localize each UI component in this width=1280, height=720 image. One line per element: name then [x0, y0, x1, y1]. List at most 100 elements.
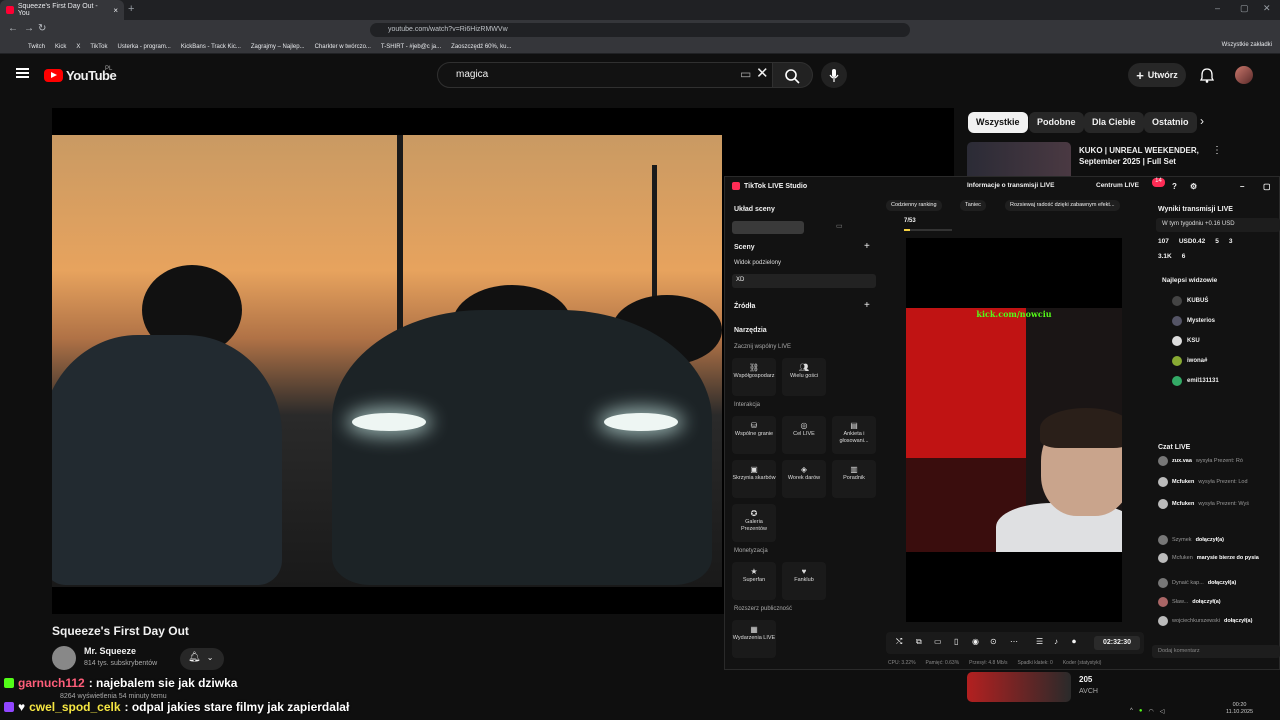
viewer-item[interactable]: KUBUŚ	[1172, 296, 1208, 306]
live-events-tool[interactable]: ▦ Wydarzenia LIVE	[732, 620, 776, 658]
effects-pill[interactable]: Rozsiewaj radość dzięki zabawnym efekt..…	[1005, 200, 1120, 211]
gift-bag-tool[interactable]: ◈ Worek darów	[782, 460, 826, 498]
comment-input[interactable]: Dodaj komentarz	[1152, 645, 1280, 658]
scene-item[interactable]: XD	[732, 274, 876, 288]
treasure-box-tool[interactable]: ▣ Skrzynia skarbów	[732, 460, 776, 498]
bookmark-item[interactable]: T-SHIRT - #jeb@c ja...	[381, 44, 441, 50]
tray-app-icon[interactable]: ●	[1139, 708, 1143, 714]
search-button[interactable]	[773, 62, 813, 88]
new-tab-icon[interactable]: +	[128, 3, 134, 15]
forward-icon[interactable]: →	[24, 23, 34, 34]
users-icon: 👥︎	[798, 363, 810, 372]
maximize-icon[interactable]: ▢	[1240, 3, 1249, 14]
fanclub-tool[interactable]: ♥ Fanklub	[782, 562, 826, 600]
bookmark-item[interactable]: X	[76, 44, 80, 50]
view-count: 8264 wyświetlenia 54 minuty temu	[60, 693, 167, 700]
viewer-item[interactable]: KSU	[1172, 336, 1200, 346]
layers-icon[interactable]: ⧉	[916, 637, 922, 647]
menu-icon[interactable]	[16, 68, 29, 78]
bookmark-item[interactable]: TikTok	[90, 44, 107, 50]
clear-search-icon[interactable]: ✕	[756, 64, 769, 82]
shuffle-icon[interactable]: ⤭	[896, 637, 902, 647]
user-avatar[interactable]	[1235, 66, 1253, 84]
tiktok-title: TikTok LIVE Studio	[732, 182, 807, 190]
chip-related[interactable]: Podobne	[1029, 112, 1084, 133]
settings-icon[interactable]: ⚙	[1190, 182, 1197, 191]
mic-icon[interactable]: ⏺	[1072, 637, 1076, 647]
co-play-tool[interactable]: ⛁ Wspólne granie	[732, 416, 776, 454]
wifi-icon[interactable]: ◠	[1148, 708, 1153, 715]
guide-tool[interactable]: ▥ Poradnik	[832, 460, 876, 498]
bookmark-item[interactable]: Zaoszczędź 60%, ku...	[451, 44, 511, 50]
more-icon[interactable]: ⋯	[1010, 637, 1018, 646]
cohost-tool[interactable]: ⛓ Współgospodarz	[732, 358, 776, 396]
viewer-item[interactable]: emil131131	[1172, 376, 1219, 386]
minimize-icon[interactable]: –	[1240, 182, 1244, 191]
kick-badge-icon	[4, 678, 14, 688]
search-input[interactable]: magica	[437, 62, 773, 88]
system-tray: ^ ● ◠ ◁	[1130, 702, 1280, 720]
volume-icon[interactable]: ♪	[1054, 637, 1058, 646]
co-live-label: Zacznij wspólny LIVE	[734, 344, 792, 350]
add-source-icon[interactable]: +	[864, 300, 870, 311]
dance-pill[interactable]: Taniec	[960, 200, 986, 211]
multi-guest-tool[interactable]: 👥︎ Wielu gości	[782, 358, 826, 396]
create-button[interactable]: + Utwórz	[1128, 63, 1186, 87]
notifications-bell-icon[interactable]	[1200, 67, 1214, 83]
recommended-channel: AVCH	[1079, 688, 1098, 695]
system-clock[interactable]: 00:20 11.10.2025	[1226, 702, 1253, 716]
portrait-layout-toggle[interactable]	[732, 221, 804, 234]
bookmark-item[interactable]: KickBans - Track Kic...	[181, 44, 241, 50]
browser-tab[interactable]: Squeeze's First Day Out - You ×	[0, 0, 124, 20]
chip-all[interactable]: Wszystkie	[968, 112, 1028, 133]
viewer-item[interactable]: iwona#	[1172, 356, 1207, 366]
more-options-icon[interactable]: ⋮	[1212, 145, 1222, 156]
add-scene-icon[interactable]: +	[864, 241, 870, 252]
sliders-icon[interactable]: ☰	[1036, 637, 1043, 646]
reload-icon[interactable]: ↻	[38, 23, 46, 34]
bookmark-item[interactable]: Usterka - program...	[118, 44, 171, 50]
bookmark-item[interactable]: Kick	[55, 44, 66, 50]
close-window-icon[interactable]: ✕	[1263, 3, 1271, 14]
superfan-tool[interactable]: ★ Superfan	[732, 562, 776, 600]
volume-icon[interactable]: ◁	[1160, 708, 1165, 715]
tiktok-logo-icon	[732, 182, 740, 190]
screen-icon[interactable]: ▭	[934, 637, 942, 646]
help-icon[interactable]: ?	[1172, 182, 1177, 191]
url-input[interactable]: youtube.com/watch?v=Ri6HizRMWVw	[370, 23, 910, 37]
bookmark-item[interactable]: Zagrajmy – Najlep...	[251, 44, 305, 50]
phone-icon[interactable]: ▯	[954, 637, 958, 646]
recommended-title[interactable]: KUKO | UNREAL WEEKENDER, September 2025 …	[1079, 145, 1209, 167]
chevron-right-icon[interactable]: ›	[1200, 114, 1204, 128]
maximize-icon[interactable]: ▢	[1263, 182, 1271, 191]
daily-ranking-pill[interactable]: Codzienny ranking	[886, 200, 942, 211]
camera-icon[interactable]: ⊙	[990, 637, 997, 646]
live-center-button[interactable]: Centrum LIVE	[1096, 182, 1139, 189]
bookmark-item[interactable]: Twitch	[28, 44, 45, 50]
live-goal-tool[interactable]: ◎ Cel LIVE	[782, 416, 826, 454]
stream-info-button[interactable]: Informacje o transmisji LIVE	[967, 182, 1054, 189]
recommended-thumbnail[interactable]	[967, 672, 1071, 702]
calendar-icon: ▦	[750, 625, 758, 634]
landscape-layout-toggle[interactable]: ▭	[836, 222, 843, 230]
minimize-icon[interactable]: –	[1215, 3, 1220, 13]
bookmark-item[interactable]: Charkter w twórczo...	[315, 44, 371, 50]
record-icon[interactable]: ◉	[972, 637, 979, 646]
chat-message: Sław... dołączył(a)	[1158, 597, 1221, 607]
poll-tool[interactable]: ▤ Ankieta i głosowani...	[832, 416, 876, 454]
all-bookmarks-button[interactable]: Wszystkie zakładki	[1222, 42, 1272, 48]
subscription-bell-button[interactable]: 🔔︎ ⌄	[180, 648, 224, 670]
chip-for-you[interactable]: Dla Ciebie	[1084, 112, 1144, 133]
tab-title: Squeeze's First Day Out - You	[17, 3, 98, 17]
gift-gallery-tool[interactable]: ✪ Galeria Prezentów	[732, 504, 776, 542]
viewer-item[interactable]: Mysterios	[1172, 316, 1215, 326]
back-icon[interactable]: ←	[8, 23, 18, 34]
channel-name[interactable]: Mr. Squeeze	[84, 646, 136, 656]
chip-recent[interactable]: Ostatnio	[1144, 112, 1197, 133]
recommended-title[interactable]: 205	[1079, 675, 1092, 684]
channel-avatar[interactable]	[52, 646, 76, 670]
chevron-up-icon[interactable]: ^	[1130, 708, 1133, 714]
close-tab-icon[interactable]: ×	[113, 6, 118, 15]
voice-search-button[interactable]	[821, 62, 847, 88]
keyboard-icon[interactable]: ▭	[740, 67, 751, 81]
